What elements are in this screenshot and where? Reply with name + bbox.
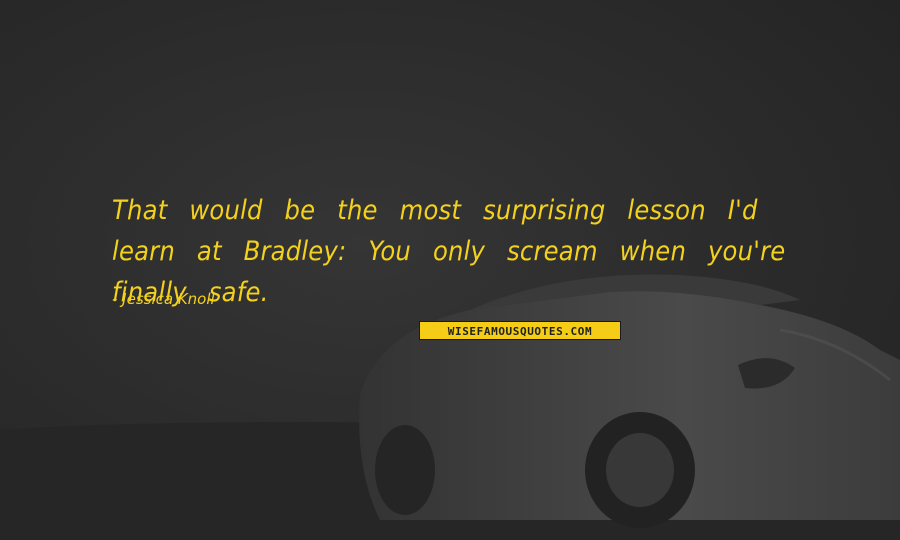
site-watermark-badge[interactable]: WISEFAMOUSQUOTES.COM	[419, 321, 621, 340]
quote-text: That would be the most surprising lesson…	[112, 195, 786, 308]
quote-author: - Jessica Knoll	[112, 290, 215, 308]
